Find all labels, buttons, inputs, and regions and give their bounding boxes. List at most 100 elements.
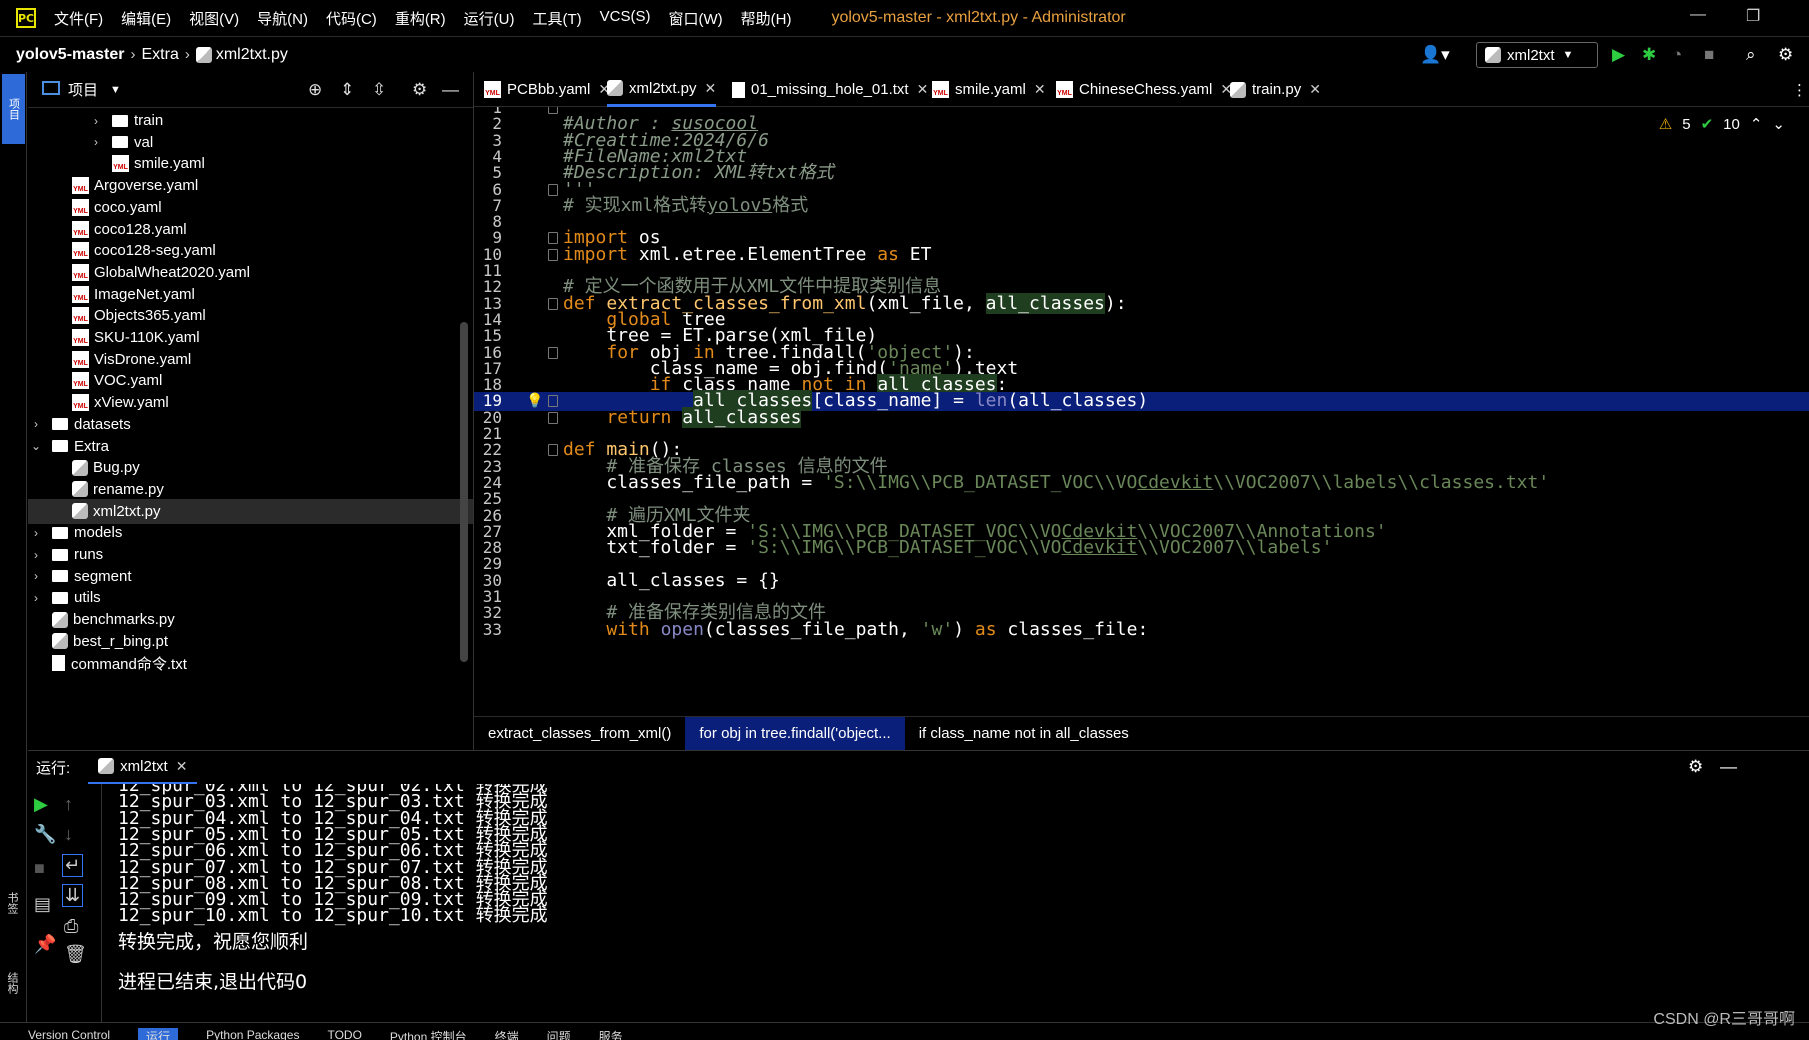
restore-icon[interactable]: ❐: [1746, 6, 1760, 26]
tree-item-label: ImageNet.yaml: [94, 285, 195, 303]
chevron-right-icon[interactable]: ›: [30, 569, 42, 583]
menu-item[interactable]: 帮助(H): [741, 8, 792, 29]
arrow-up-icon[interactable]: ↑: [64, 794, 73, 815]
menu-item[interactable]: 重构(R): [395, 8, 446, 29]
pin-icon[interactable]: 📌: [34, 934, 56, 955]
code-editor[interactable]: ⚠ 5 ✔ 10 ⌃ ⌄ 1 ''' 2 #Author : susocool 3 #Cr…: [474, 107, 1809, 716]
menu-item[interactable]: 代码(C): [326, 8, 377, 29]
editor-tab[interactable]: train.py ✕: [1230, 72, 1321, 107]
console-output[interactable]: 12_spur_02.xml to 12_spur_02.txt 转换完成 12_…: [102, 784, 1809, 1022]
fold-marker-icon[interactable]: [548, 411, 558, 424]
hide-icon[interactable]: —: [442, 80, 459, 100]
breadcrumb-project[interactable]: yolov5-master: [16, 46, 125, 64]
collapse-all-icon[interactable]: ⇳: [372, 80, 386, 100]
bookmarks-tool-button[interactable]: 书签: [4, 892, 20, 914]
settings-icon[interactable]: ⚙: [1688, 757, 1703, 777]
fold-marker-icon[interactable]: [548, 395, 558, 408]
more-tabs-icon[interactable]: ⋮: [1792, 72, 1807, 107]
stop-icon[interactable]: ■: [34, 858, 45, 879]
expand-all-icon[interactable]: ⇕: [340, 80, 354, 100]
run-icon[interactable]: ▶: [1612, 45, 1625, 65]
code-breadcrumb-function[interactable]: extract_classes_from_xml(): [474, 717, 685, 751]
fold-marker-icon[interactable]: [548, 107, 558, 114]
editor-tab[interactable]: xml2txt.py ✕: [607, 72, 717, 107]
menu-item[interactable]: 窗口(W): [668, 8, 722, 29]
watermark: CSDN @R三哥哥啊: [1653, 1011, 1795, 1028]
code-breadcrumb-for[interactable]: for obj in tree.findall('object...: [685, 716, 905, 751]
minimize-icon[interactable]: —: [1690, 6, 1706, 24]
fold-marker-icon[interactable]: [548, 444, 558, 457]
menu-item[interactable]: 工具(T): [532, 8, 581, 29]
chevron-down-icon[interactable]: ▼: [110, 84, 121, 96]
tree-item[interactable]: command命令.txt: [28, 651, 187, 676]
run-tab[interactable]: xml2txt ✕: [88, 751, 198, 785]
fold-marker-icon[interactable]: [548, 248, 558, 261]
tool-window-button[interactable]: Python 控制台: [390, 1028, 467, 1040]
chevron-right-icon[interactable]: ›: [90, 114, 102, 128]
editor-tab[interactable]: YML smile.yaml ✕: [932, 72, 1046, 107]
pycharm-logo-icon: PC: [16, 8, 36, 28]
yaml-file-icon: YML: [1056, 81, 1073, 98]
close-icon[interactable]: ✕: [917, 81, 929, 98]
menu-item[interactable]: 视图(V): [189, 8, 239, 29]
close-icon[interactable]: ✕: [1309, 81, 1321, 98]
fold-marker-icon[interactable]: [548, 183, 558, 196]
code-breadcrumb-if[interactable]: if class_name not in all_classes: [905, 717, 1143, 751]
code-line[interactable]: 33 with open(classes_file_path, 'w') as …: [474, 620, 1809, 640]
layout-icon[interactable]: ▤: [34, 894, 51, 915]
menu-item[interactable]: VCS(S): [600, 8, 651, 29]
close-icon[interactable]: ✕: [176, 758, 188, 775]
close-icon[interactable]: ✕: [705, 80, 717, 97]
search-icon[interactable]: ⌕: [1746, 45, 1756, 65]
editor-tab[interactable]: YML ChineseChess.yaml ✕: [1056, 72, 1232, 107]
settings-icon[interactable]: ⚙: [412, 80, 427, 100]
menu-item[interactable]: 文件(F): [54, 8, 103, 29]
debug-icon[interactable]: ✱: [1642, 45, 1656, 65]
fold-marker-icon[interactable]: [548, 232, 558, 245]
locate-icon[interactable]: ⊕: [308, 80, 322, 100]
menu-item[interactable]: 运行(U): [464, 8, 515, 29]
fold-marker-icon[interactable]: [548, 346, 558, 359]
soft-wrap-icon[interactable]: ↵: [62, 854, 84, 877]
chevron-right-icon[interactable]: ›: [90, 135, 102, 149]
fold-marker-icon[interactable]: [548, 297, 558, 310]
yaml-file-icon: YML: [72, 198, 89, 216]
settings-icon[interactable]: ⚙: [1778, 45, 1793, 65]
tool-window-button[interactable]: 服务: [599, 1028, 623, 1040]
user-icon[interactable]: 👤▾: [1420, 45, 1450, 65]
arrow-down-icon[interactable]: ↓: [64, 824, 73, 845]
editor-tab[interactable]: 01_missing_hole_01.txt ✕: [732, 72, 928, 107]
wrench-icon[interactable]: 🔧: [34, 824, 56, 845]
stop-icon[interactable]: ■: [1704, 45, 1714, 65]
scroll-to-end-icon[interactable]: ⇊: [62, 884, 84, 907]
hide-icon[interactable]: —: [1720, 757, 1737, 777]
tool-window-button[interactable]: 运行: [138, 1028, 179, 1040]
chevron-right-icon[interactable]: ›: [30, 548, 42, 562]
breadcrumb-folder[interactable]: Extra: [142, 46, 179, 64]
project-panel-title[interactable]: 项目: [68, 79, 98, 100]
tool-window-button[interactable]: Version Control: [28, 1028, 110, 1040]
yaml-file-icon: YML: [932, 81, 949, 98]
tool-window-button[interactable]: Python Packages: [206, 1028, 299, 1040]
print-icon[interactable]: ⎙: [64, 916, 78, 937]
close-icon[interactable]: ✕: [1034, 81, 1046, 98]
tool-window-button[interactable]: TODO: [327, 1028, 361, 1040]
coverage-icon[interactable]: ◔: [1672, 45, 1682, 65]
tool-window-button[interactable]: 问题: [547, 1028, 571, 1040]
chevron-right-icon[interactable]: ›: [30, 526, 42, 540]
breadcrumb-file[interactable]: xml2txt.py: [216, 46, 288, 64]
rerun-icon[interactable]: ▶: [34, 794, 48, 815]
yaml-file-icon: YML: [484, 81, 501, 98]
trash-icon[interactable]: 🗑: [64, 944, 87, 965]
chevron-right-icon[interactable]: ›: [30, 417, 42, 431]
chevron-right-icon[interactable]: ›: [30, 591, 42, 605]
project-tool-button[interactable]: 项目: [2, 74, 25, 144]
editor-tab[interactable]: YML PCBbb.yaml ✕: [484, 72, 610, 107]
menu-item[interactable]: 编辑(E): [121, 8, 171, 29]
chevron-down-icon[interactable]: ⌄: [30, 439, 42, 453]
run-config-select[interactable]: xml2txt ▼: [1476, 42, 1598, 68]
menu-item[interactable]: 导航(N): [257, 8, 308, 29]
tool-window-button[interactable]: 终端: [495, 1028, 519, 1040]
tree-scrollbar[interactable]: [460, 322, 468, 662]
structure-tool-button[interactable]: 结构: [4, 972, 20, 994]
